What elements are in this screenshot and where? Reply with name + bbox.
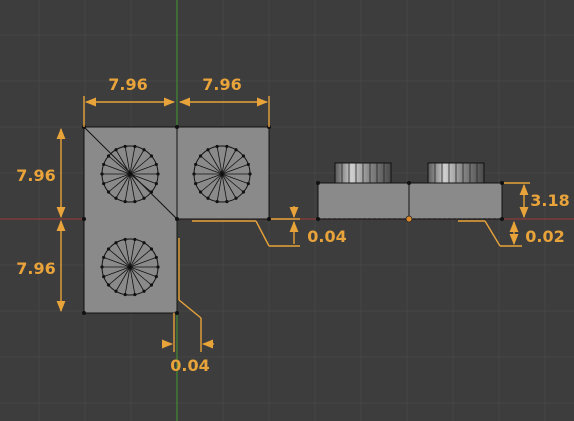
- dimension-label: 7.96: [202, 75, 241, 94]
- side-view-plate[interactable]: [316, 162, 504, 223]
- dimension-width-right: 7.96: [178, 75, 270, 127]
- dimension-label: 0.04: [170, 356, 209, 375]
- dimension-label: 3.18: [530, 191, 569, 210]
- top-view-plate[interactable]: [82, 125, 271, 315]
- dimension-label: 7.96: [16, 259, 55, 278]
- dimension-side-offset: 0.02: [458, 220, 565, 247]
- side-stud-left: [334, 162, 392, 184]
- dimension-label: 7.96: [108, 75, 147, 94]
- dimension-label: 0.04: [307, 227, 346, 246]
- 3d-viewport[interactable]: 7.96 7.96 7.96 7.96 0.04 0.04 3.18 0.02: [0, 0, 574, 421]
- dimension-width-left: 7.96: [83, 75, 176, 127]
- viewport-canvas[interactable]: 7.96 7.96 7.96 7.96 0.04 0.04 3.18 0.02: [0, 0, 574, 421]
- origin-point: [405, 215, 413, 223]
- dimension-label: 0.02: [525, 227, 564, 246]
- dimension-label: 7.96: [16, 166, 55, 185]
- dimension-side-height: 3.18: [504, 182, 570, 219]
- side-stud-right: [427, 162, 485, 184]
